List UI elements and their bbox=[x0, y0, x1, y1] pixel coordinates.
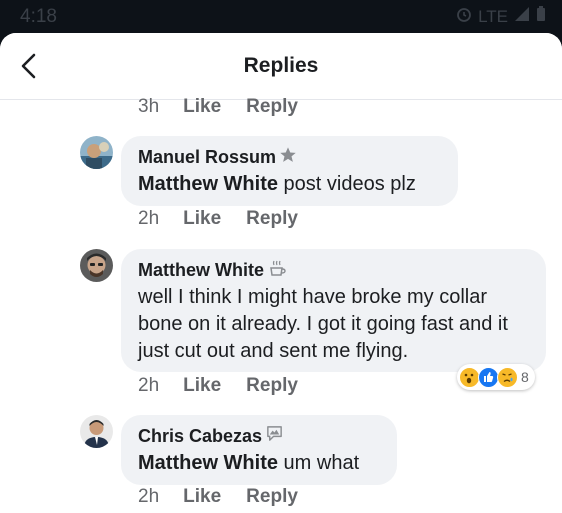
comment-author: Manuel Rossum bbox=[138, 146, 442, 168]
like-button[interactable]: Like bbox=[183, 208, 221, 230]
coffee-badge-icon bbox=[267, 258, 287, 283]
header-bar: Replies bbox=[0, 33, 562, 100]
comment-body: post videos plz bbox=[278, 173, 416, 195]
alarm-icon bbox=[456, 6, 472, 27]
author-name[interactable]: Manuel Rossum bbox=[138, 147, 276, 168]
comment-time: 2h bbox=[138, 486, 160, 507]
comment-text: Matthew White post videos plz bbox=[138, 171, 442, 198]
status-icons: LTE bbox=[456, 6, 546, 27]
reply-button[interactable]: Reply bbox=[246, 208, 298, 230]
status-bar: 4:18 LTE bbox=[0, 0, 562, 34]
like-button[interactable]: Like bbox=[183, 486, 221, 508]
comment-actions: 3h Like Reply bbox=[138, 96, 298, 118]
avatar[interactable] bbox=[80, 136, 113, 169]
comment-time: 3h bbox=[138, 96, 160, 117]
comment-bubble[interactable]: Matthew White well I think I might have … bbox=[121, 249, 546, 372]
reply-button[interactable]: Reply bbox=[246, 375, 298, 397]
reaction-summary[interactable]: 8 bbox=[457, 364, 535, 390]
comment-bubble[interactable]: Chris Cabezas Matthew White um what bbox=[121, 415, 397, 485]
network-label: LTE bbox=[478, 6, 508, 26]
comment-time: 2h bbox=[138, 208, 160, 229]
reply-button[interactable]: Reply bbox=[246, 96, 298, 118]
comment-actions: 2h Like Reply bbox=[138, 375, 298, 397]
wow-reaction-icon bbox=[459, 366, 480, 388]
author-name[interactable]: Matthew White bbox=[138, 260, 264, 281]
sad-reaction-icon bbox=[497, 366, 518, 388]
signal-icon bbox=[514, 6, 530, 27]
reaction-count: 8 bbox=[521, 369, 529, 385]
page-title: Replies bbox=[243, 54, 319, 77]
comment-body: um what bbox=[278, 452, 360, 474]
comment-actions: 2h Like Reply bbox=[138, 486, 298, 508]
comment-author: Chris Cabezas bbox=[138, 425, 381, 447]
star-badge-icon bbox=[279, 146, 297, 169]
comment-time: 2h bbox=[138, 375, 160, 396]
avatar[interactable] bbox=[80, 249, 113, 282]
comment-text: well I think I might have broke my colla… bbox=[138, 286, 508, 362]
chat-badge-icon bbox=[265, 424, 284, 448]
comment-author: Matthew White bbox=[138, 259, 530, 281]
like-button[interactable]: Like bbox=[183, 96, 221, 118]
reply-button[interactable]: Reply bbox=[246, 486, 298, 508]
mention-link[interactable]: Matthew White bbox=[138, 452, 278, 474]
like-button[interactable]: Like bbox=[183, 375, 221, 397]
author-name[interactable]: Chris Cabezas bbox=[138, 426, 262, 447]
mention-link[interactable]: Matthew White bbox=[138, 173, 278, 195]
comment-actions: 2h Like Reply bbox=[138, 208, 298, 230]
avatar[interactable] bbox=[80, 415, 113, 448]
comment-bubble[interactable]: Manuel Rossum Matthew White post videos … bbox=[121, 136, 458, 206]
replies-sheet: Replies 3h Like Reply Manuel Rossum Matt… bbox=[0, 33, 562, 513]
like-reaction-icon bbox=[478, 366, 499, 388]
battery-icon bbox=[536, 6, 546, 27]
comment-text: Matthew White um what bbox=[138, 450, 381, 477]
status-time: 4:18 bbox=[20, 6, 57, 27]
